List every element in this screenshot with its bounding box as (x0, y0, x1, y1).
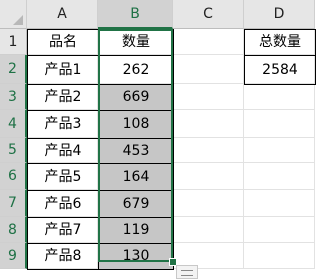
select-all-corner[interactable] (0, 0, 27, 29)
grid-cell[interactable] (173, 190, 244, 217)
row-header-2[interactable]: 2 (0, 55, 27, 84)
cell-quantity[interactable]: 130 (98, 243, 174, 270)
cell-quantity[interactable]: 262 (98, 55, 174, 85)
grid-cell[interactable] (173, 217, 244, 243)
row-header-4[interactable]: 4 (0, 110, 27, 138)
grid-cell[interactable] (173, 138, 244, 163)
cell-product-name[interactable]: 产品1 (27, 55, 99, 85)
grid-cell[interactable] (244, 110, 315, 138)
cell-b1-header-quantity[interactable]: 数量 (98, 29, 174, 56)
column-header-a[interactable]: A (27, 0, 98, 29)
row-header-6[interactable]: 6 (0, 163, 27, 190)
cell-product-name[interactable]: 产品4 (27, 138, 99, 164)
grid-cell[interactable] (173, 84, 244, 110)
cell-product-name[interactable]: 产品6 (27, 190, 99, 218)
quick-analysis-button[interactable] (176, 265, 198, 279)
grid-cell[interactable] (244, 163, 315, 190)
cell-quantity[interactable]: 679 (98, 190, 174, 218)
grid-cell[interactable] (173, 110, 244, 138)
cell-product-name[interactable]: 产品2 (27, 84, 99, 111)
column-header-b[interactable]: B (98, 0, 173, 29)
grid-cell[interactable] (244, 84, 315, 110)
cell-product-name[interactable]: 产品8 (27, 243, 99, 270)
cell-quantity[interactable]: 669 (98, 84, 174, 111)
grid-cell[interactable] (244, 243, 315, 269)
cell-quantity[interactable]: 453 (98, 138, 174, 164)
row-header-1[interactable]: 1 (0, 29, 27, 55)
cell-quantity[interactable]: 119 (98, 217, 174, 244)
cell-quantity[interactable]: 164 (98, 163, 174, 191)
grid-cell[interactable] (244, 217, 315, 243)
spreadsheet-grid: ABCD 123456789 品名 数量 产品1 262 产品2 669 产品3 108 产品4… (0, 0, 324, 279)
select-all-icon (13, 15, 23, 25)
row-header-9[interactable]: 9 (0, 243, 27, 269)
row-header-3[interactable]: 3 (0, 84, 27, 110)
grid-cell[interactable] (244, 138, 315, 163)
row-header-8[interactable]: 8 (0, 217, 27, 243)
cell-product-name[interactable]: 产品5 (27, 163, 99, 191)
row-header-5[interactable]: 5 (0, 138, 27, 163)
grid-cell[interactable] (244, 190, 315, 217)
cell-quantity[interactable]: 108 (98, 110, 174, 139)
cell-a1-header-product[interactable]: 品名 (27, 29, 99, 56)
cell-product-name[interactable]: 产品3 (27, 110, 99, 139)
cell-d2-total-value[interactable]: 2584 (244, 55, 316, 85)
cell-product-name[interactable]: 产品7 (27, 217, 99, 244)
quick-analysis-icon (181, 270, 193, 276)
grid-cell[interactable] (173, 29, 244, 55)
cell-d1-total-label[interactable]: 总数量 (244, 29, 316, 56)
grid-cell[interactable] (173, 55, 244, 84)
row-header-7[interactable]: 7 (0, 190, 27, 217)
column-header-d[interactable]: D (244, 0, 315, 29)
column-header-c[interactable]: C (173, 0, 244, 29)
grid-cell[interactable] (173, 163, 244, 190)
